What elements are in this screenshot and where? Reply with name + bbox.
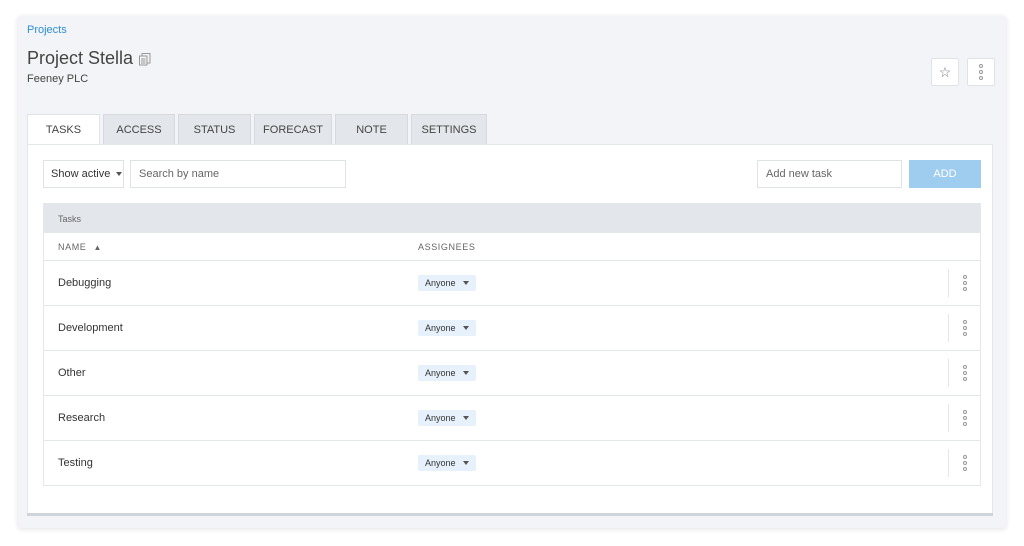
task-name: Development <box>58 322 123 334</box>
column-header-name[interactable]: NAME ▲ <box>58 242 102 252</box>
chevron-down-icon <box>462 281 469 285</box>
table-header: NAME ▲ ASSIGNEES <box>44 233 980 261</box>
assignee-value: Anyone <box>425 368 456 378</box>
copy-icon[interactable] <box>138 52 152 66</box>
tasks-table: Tasks NAME ▲ ASSIGNEES Debugging Anyone … <box>43 203 981 486</box>
table-caption: Tasks <box>44 204 980 233</box>
row-menu-button[interactable] <box>948 359 981 387</box>
more-vertical-icon <box>963 410 967 426</box>
sort-ascending-icon: ▲ <box>93 243 103 252</box>
assignee-dropdown[interactable]: Anyone <box>418 410 476 426</box>
tab-access[interactable]: ACCESS <box>103 114 175 144</box>
client-name: Feeney PLC <box>27 73 89 85</box>
status-filter-select[interactable]: Show active <box>43 160 124 188</box>
panel-divider <box>27 513 993 516</box>
table-row: Debugging Anyone <box>44 261 980 306</box>
tab-note[interactable]: NOTE <box>335 114 408 144</box>
tab-status[interactable]: STATUS <box>178 114 251 144</box>
search-input[interactable] <box>130 160 346 188</box>
task-name: Testing <box>58 457 93 469</box>
row-menu-button[interactable] <box>948 314 981 342</box>
new-task-input[interactable] <box>757 160 902 188</box>
more-vertical-icon <box>979 64 983 80</box>
more-vertical-icon <box>963 455 967 471</box>
assignee-value: Anyone <box>425 278 456 288</box>
tab-settings[interactable]: SETTINGS <box>411 114 487 144</box>
assignee-value: Anyone <box>425 413 456 423</box>
table-row: Testing Anyone <box>44 441 980 486</box>
task-name: Research <box>58 412 106 424</box>
row-menu-button[interactable] <box>948 269 981 297</box>
star-icon: ☆ <box>938 63 952 80</box>
column-header-name-label: NAME <box>58 242 87 252</box>
tasks-content: Show active ADD Tasks NAME ▲ ASSIGNEES D… <box>27 144 993 514</box>
title-row: Project Stella <box>27 48 152 69</box>
row-menu-button[interactable] <box>948 449 981 477</box>
tab-tasks[interactable]: TASKS <box>27 114 100 145</box>
more-vertical-icon <box>963 320 967 336</box>
assignee-dropdown[interactable]: Anyone <box>418 455 476 471</box>
chevron-down-icon <box>462 416 469 420</box>
assignee-dropdown[interactable]: Anyone <box>418 275 476 291</box>
assignee-dropdown[interactable]: Anyone <box>418 320 476 336</box>
chevron-down-icon <box>462 326 469 330</box>
tab-bar: TASKS ACCESS STATUS FORECAST NOTE SETTIN… <box>27 114 490 145</box>
more-vertical-icon <box>963 365 967 381</box>
chevron-down-icon <box>462 461 469 465</box>
task-name: Debugging <box>58 277 112 289</box>
assignee-dropdown[interactable]: Anyone <box>418 365 476 381</box>
assignee-value: Anyone <box>425 323 456 333</box>
table-row: Development Anyone <box>44 306 980 351</box>
chevron-down-icon <box>116 172 123 176</box>
row-menu-button[interactable] <box>948 404 981 432</box>
table-row: Other Anyone <box>44 351 980 396</box>
chevron-down-icon <box>462 371 469 375</box>
project-menu-button[interactable] <box>967 58 995 86</box>
project-panel: Projects Project Stella Feeney PLC ☆ TAS… <box>18 16 1006 528</box>
table-row: Research Anyone <box>44 396 980 441</box>
tab-forecast[interactable]: FORECAST <box>254 114 332 144</box>
assignee-value: Anyone <box>425 458 456 468</box>
more-vertical-icon <box>963 275 967 291</box>
favorite-button[interactable]: ☆ <box>931 58 959 86</box>
column-header-assignees: ASSIGNEES <box>418 242 476 252</box>
breadcrumb-projects[interactable]: Projects <box>27 24 67 36</box>
add-task-button[interactable]: ADD <box>909 160 981 188</box>
page-title: Project Stella <box>27 48 134 68</box>
status-filter-value: Show active <box>51 168 111 180</box>
task-name: Other <box>58 367 86 379</box>
